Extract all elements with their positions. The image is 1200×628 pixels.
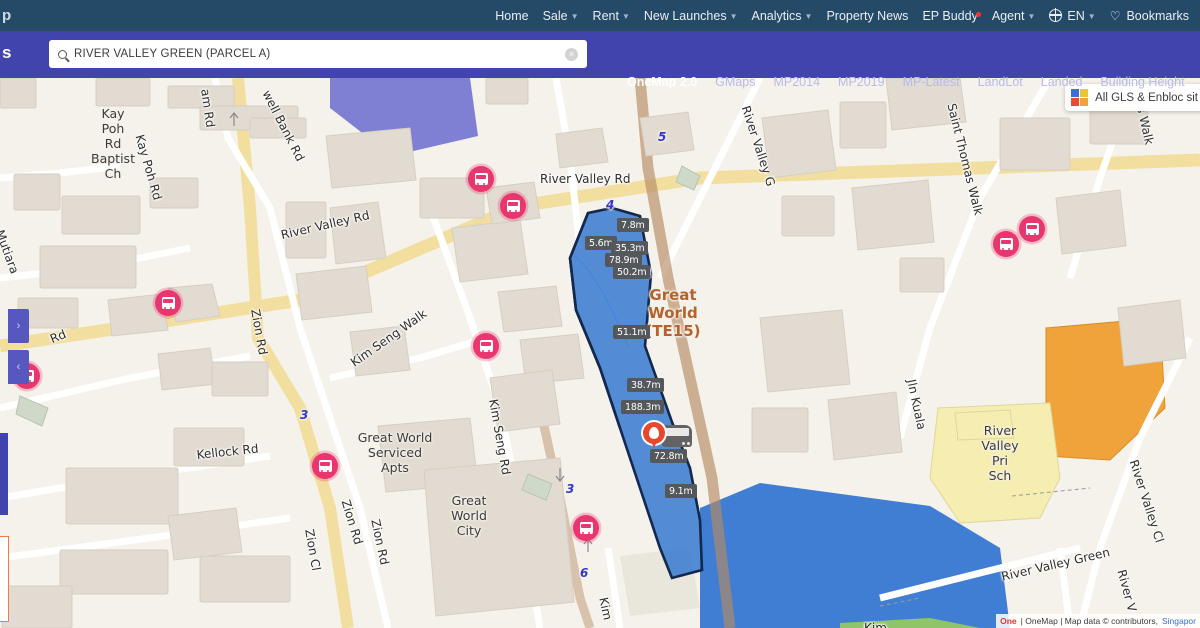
panel-expand-button[interactable]: › <box>8 309 29 343</box>
bus-stop-icon[interactable] <box>155 290 181 316</box>
chevron-down-icon: ▼ <box>729 12 738 21</box>
globe-icon <box>1048 8 1063 22</box>
map-vector-layer <box>0 78 1200 628</box>
parcel-dimension-label: 9.1m <box>665 484 697 498</box>
map-number-marker: 3 <box>566 482 575 496</box>
search-input[interactable]: RIVER VALLEY GREEN (PARCEL A) <box>74 48 565 60</box>
nav-item-ep-buddy[interactable]: EP Buddy <box>915 9 984 23</box>
tab-mp2019[interactable]: MP2019 <box>829 75 894 89</box>
heart-icon: ♡ <box>1109 8 1121 23</box>
map-canvas[interactable]: Kay Poh Rd Baptist Ch Great World Servic… <box>0 78 1200 628</box>
map-layer-tabs: OneMap 2.0 GMaps MP2014 MP2019 MP-Latest… <box>618 75 1194 89</box>
parcel-dimension-label: 50.2m <box>613 265 651 279</box>
attribution-text: | OneMap | Map data © contributors, <box>1020 616 1158 626</box>
nav-item-label: Property News <box>826 8 909 23</box>
nav-item-bookmarks[interactable]: ♡ Bookmarks <box>1103 9 1196 23</box>
bus-stop-icon[interactable] <box>993 231 1019 257</box>
legend-swatch-icon <box>1071 89 1089 106</box>
nav-item-home[interactable]: Home <box>488 9 535 23</box>
search-icon <box>58 49 67 59</box>
tab-mp2014[interactable]: MP2014 <box>764 75 829 89</box>
parcel-dimension-label: 38.7m <box>627 378 665 392</box>
bus-stop-icon[interactable] <box>573 515 599 541</box>
nav-item-new-launches[interactable]: New Launches ▼ <box>637 9 745 23</box>
attribution-link[interactable]: Singapor <box>1162 616 1196 626</box>
nav-item-label: Sale <box>542 8 568 23</box>
parcel-dimension-label: 51.1m <box>613 325 651 339</box>
top-navigation-bar: p Home Sale ▼ Rent ▼ New Launches ▼ Anal… <box>0 0 1200 31</box>
tab-mp-latest[interactable]: MP-Latest <box>894 75 969 89</box>
panel-collapse-button[interactable]: ‹ <box>8 350 29 384</box>
parcel-dimension-label: 188.3m <box>621 400 665 414</box>
tab-onemap-2-0[interactable]: OneMap 2.0 <box>618 75 706 89</box>
language-label: EN <box>1067 8 1085 23</box>
bus-stop-icon[interactable] <box>500 193 526 219</box>
bus-stop-icon[interactable] <box>312 453 338 479</box>
tab-landlot[interactable]: LandLot <box>969 75 1032 89</box>
nav-item-property-news[interactable]: Property News <box>819 9 915 23</box>
nav-item-sale[interactable]: Sale ▼ <box>536 9 586 23</box>
nav-item-rent[interactable]: Rent ▼ <box>586 9 637 23</box>
left-highlight-strip[interactable] <box>0 536 9 622</box>
map-attribution: One | OneMap | Map data © contributors, … <box>996 614 1200 628</box>
map-number-marker: 3 <box>300 408 309 422</box>
chevron-down-icon: ▼ <box>570 12 579 21</box>
legend-label: All GLS & Enbloc sit <box>1095 91 1198 104</box>
left-panel-strip[interactable] <box>0 433 8 515</box>
nav-item-label: Bookmarks <box>1126 8 1189 23</box>
nav-item-label: New Launches <box>643 8 727 23</box>
search-input-container[interactable]: RIVER VALLEY GREEN (PARCEL A) × <box>49 40 587 68</box>
location-pin-icon[interactable] <box>643 422 667 454</box>
onemap-logo: One <box>1000 616 1017 626</box>
nav-item-label: Analytics <box>751 8 802 23</box>
chevron-down-icon: ▼ <box>1087 12 1096 21</box>
clear-search-icon[interactable]: × <box>565 47 578 61</box>
parcel-dimension-label: 7.8m <box>617 218 649 232</box>
chevron-down-icon: ▼ <box>1027 12 1036 21</box>
site-logo-partial[interactable]: p <box>0 0 18 31</box>
nav-item-label: Home <box>495 8 529 23</box>
nav-item-agent[interactable]: Agent ▼ <box>985 9 1043 23</box>
nav-item-analytics[interactable]: Analytics ▼ <box>745 9 820 23</box>
nav-item-label: Rent <box>592 8 619 23</box>
bus-stop-icon[interactable] <box>468 166 494 192</box>
language-selector[interactable]: EN ▼ <box>1042 8 1102 23</box>
tab-landed[interactable]: Landed <box>1032 75 1092 89</box>
map-number-marker: 5 <box>658 130 667 144</box>
bus-stop-icon[interactable] <box>473 333 499 359</box>
nav-item-label: Agent <box>991 8 1025 23</box>
bus-stop-icon[interactable] <box>1019 216 1045 242</box>
map-number-marker: 4 <box>606 198 615 212</box>
chevron-down-icon: ▼ <box>804 12 813 21</box>
chevron-down-icon: ▼ <box>621 12 630 21</box>
tab-gmaps[interactable]: GMaps <box>706 75 764 89</box>
notification-dot-icon <box>975 11 981 17</box>
brand-logo-partial[interactable]: s <box>2 43 11 63</box>
tab-building-height[interactable]: Building Height <box>1091 75 1193 89</box>
map-number-marker: 6 <box>580 566 589 580</box>
nav-item-label: EP Buddy <box>922 8 978 23</box>
